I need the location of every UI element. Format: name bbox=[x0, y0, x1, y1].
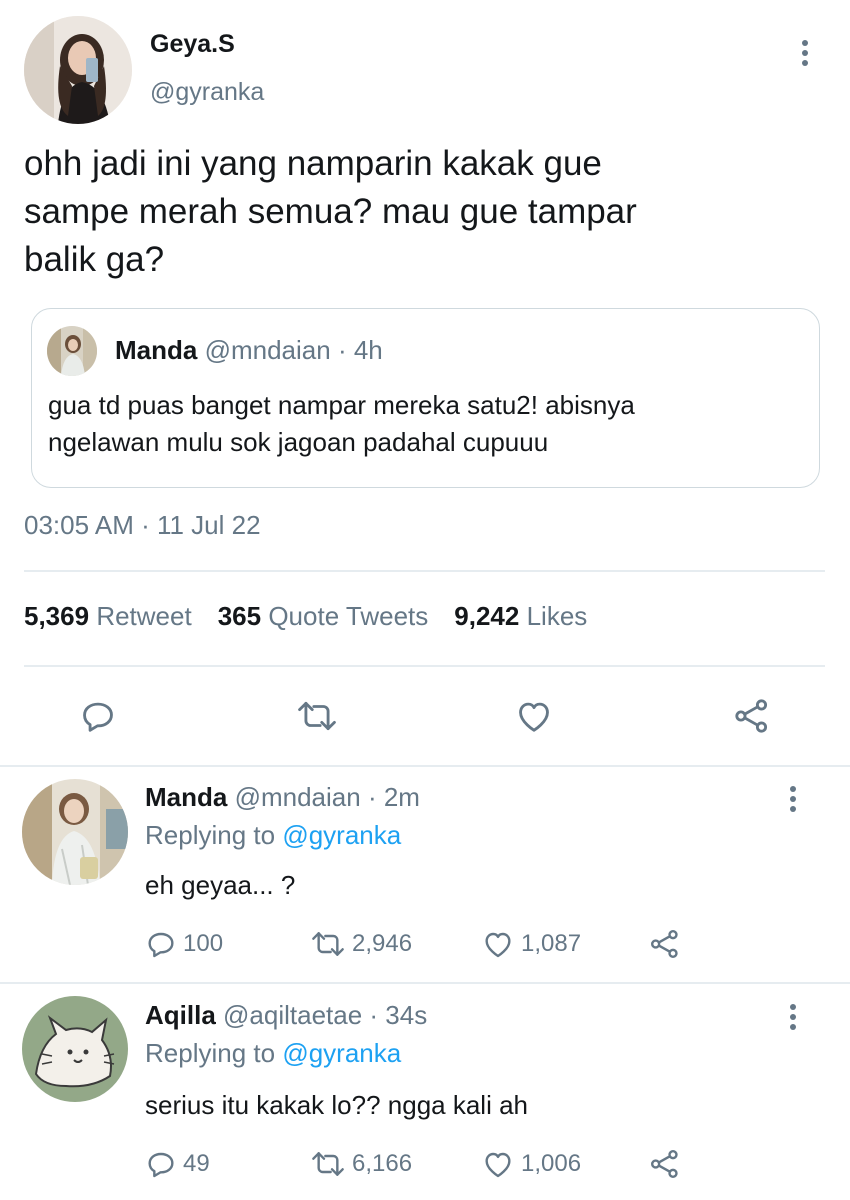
divider bbox=[24, 665, 825, 667]
heart-icon[interactable] bbox=[514, 697, 554, 735]
quoted-tweet-header: Manda @mndaian · 4h bbox=[115, 335, 383, 366]
retweet-button[interactable]: 2,946 bbox=[310, 928, 412, 960]
author-avatar[interactable] bbox=[24, 16, 132, 124]
reply-icon bbox=[145, 928, 177, 960]
reply-header: Manda @mndaian · 2m bbox=[145, 782, 420, 813]
reply-icon bbox=[145, 1148, 177, 1180]
retweets-label: Retweet bbox=[96, 601, 192, 631]
reply-header: Aqilla @aqiltaetae · 34s bbox=[145, 1000, 427, 1031]
like-count: 1,087 bbox=[521, 930, 582, 957]
reply-text: serius itu kakak lo?? ngga kali ah bbox=[145, 1090, 529, 1120]
like-count: 1,006 bbox=[521, 1150, 582, 1177]
replying-to: Replying to @gyranka bbox=[145, 1038, 401, 1069]
retweets-stat[interactable]: 5,369 Retweet bbox=[24, 601, 192, 632]
reply-author-avatar[interactable] bbox=[22, 996, 128, 1102]
quotes-stat[interactable]: 365 Quote Tweets bbox=[218, 601, 429, 632]
separator: · bbox=[360, 782, 384, 812]
reply-count: 100 bbox=[183, 930, 224, 957]
retweet-icon[interactable] bbox=[296, 697, 338, 735]
divider bbox=[0, 765, 850, 767]
quoted-author-name: Manda bbox=[115, 335, 198, 365]
tweet-text-line: sampe merah semua? mau gue tampar bbox=[24, 192, 637, 231]
reply-author-name[interactable]: Aqilla bbox=[145, 1000, 216, 1030]
like-button[interactable]: 1,006 bbox=[481, 1148, 581, 1180]
quoted-tweet-time: 4h bbox=[353, 335, 383, 365]
reply-text: eh geyaa... ? bbox=[145, 870, 296, 900]
heart-icon bbox=[481, 928, 515, 960]
retweet-button[interactable]: 6,166 bbox=[310, 1148, 412, 1180]
retweets-count: 5,369 bbox=[24, 601, 90, 631]
tweet-text-line: ohh jadi ini yang namparin kakak gue bbox=[24, 144, 602, 183]
share-button[interactable] bbox=[648, 1148, 682, 1180]
tweet-stats: 5,369 Retweet 365 Quote Tweets 9,242 Lik… bbox=[24, 601, 613, 632]
quoted-author-handle: @mndaian bbox=[204, 335, 331, 365]
retweet-icon bbox=[310, 1148, 346, 1180]
author-name[interactable]: Geya.S bbox=[150, 30, 235, 59]
reply-author-avatar[interactable] bbox=[22, 779, 128, 885]
quoted-author-avatar bbox=[47, 326, 97, 376]
divider bbox=[24, 570, 825, 572]
quoted-tweet[interactable]: Manda @mndaian · 4h gua td puas banget n… bbox=[31, 308, 820, 488]
quotes-label: Quote Tweets bbox=[268, 601, 429, 631]
author-handle[interactable]: @gyranka bbox=[150, 78, 264, 107]
tweet-text-line: balik ga? bbox=[24, 240, 165, 279]
likes-count: 9,242 bbox=[454, 601, 520, 631]
reply-button[interactable]: 100 bbox=[145, 928, 223, 960]
likes-label: Likes bbox=[526, 601, 588, 631]
more-vertical-icon[interactable] bbox=[783, 784, 803, 814]
replying-prefix: Replying to bbox=[145, 1038, 283, 1068]
quotes-count: 365 bbox=[217, 601, 262, 631]
reply-time[interactable]: 2m bbox=[384, 782, 420, 812]
reply-icon[interactable] bbox=[79, 697, 117, 735]
reply-author-handle[interactable]: @mndaian bbox=[235, 782, 361, 812]
replying-to-mention[interactable]: @gyranka bbox=[282, 1038, 401, 1068]
replying-to: Replying to @gyranka bbox=[145, 820, 401, 851]
reply-time[interactable]: 34s bbox=[385, 1000, 427, 1030]
share-icon bbox=[648, 928, 682, 960]
quoted-text-line: gua td puas banget nampar mereka satu2! … bbox=[48, 390, 635, 420]
retweet-count: 2,946 bbox=[352, 930, 413, 957]
heart-icon bbox=[481, 1148, 515, 1180]
reply-author-handle[interactable]: @aqiltaetae bbox=[223, 1000, 362, 1030]
likes-stat[interactable]: 9,242 Likes bbox=[454, 601, 587, 632]
reply-count: 49 bbox=[183, 1150, 210, 1177]
divider bbox=[0, 982, 850, 984]
more-vertical-icon[interactable] bbox=[795, 38, 815, 68]
share-icon[interactable] bbox=[732, 697, 772, 735]
share-button[interactable] bbox=[648, 928, 682, 960]
like-button[interactable]: 1,087 bbox=[481, 928, 581, 960]
retweet-count: 6,166 bbox=[352, 1150, 413, 1177]
more-vertical-icon[interactable] bbox=[783, 1002, 803, 1032]
replying-prefix: Replying to bbox=[145, 820, 283, 850]
separator: · bbox=[362, 1000, 386, 1030]
tweet-timestamp[interactable]: 03:05 AM · 11 Jul 22 bbox=[24, 510, 261, 541]
separator: · bbox=[330, 335, 354, 365]
retweet-icon bbox=[310, 928, 346, 960]
reply-author-name[interactable]: Manda bbox=[145, 782, 227, 812]
quoted-text-line: ngelawan mulu sok jagoan padahal cupuuu bbox=[48, 427, 549, 457]
quoted-tweet-text: gua td puas banget nampar mereka satu2! … bbox=[48, 387, 808, 461]
tweet-text: ohh jadi ini yang namparin kakak gue sam… bbox=[24, 140, 814, 284]
share-icon bbox=[648, 1148, 682, 1180]
reply-button[interactable]: 49 bbox=[145, 1148, 210, 1180]
replying-to-mention[interactable]: @gyranka bbox=[282, 820, 401, 850]
